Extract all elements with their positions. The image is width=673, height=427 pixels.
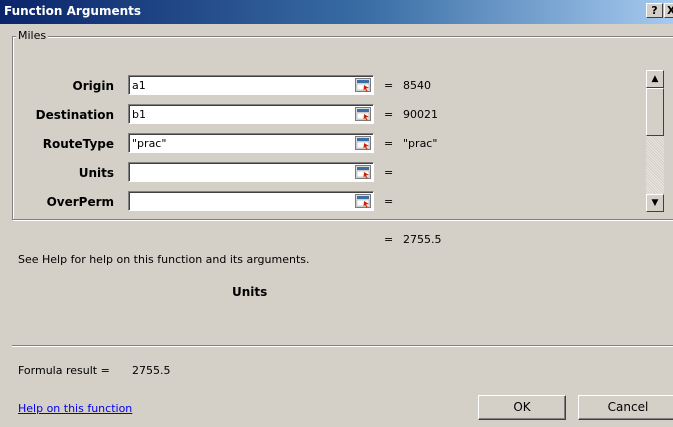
help-description: See Help for help on this function and i… bbox=[18, 253, 310, 266]
arg-label-overperm: OverPerm bbox=[46, 195, 114, 209]
title-bar[interactable]: Function Arguments ? X bbox=[0, 0, 673, 24]
origin-equals: = bbox=[384, 79, 394, 92]
collapse-dialog-icon[interactable] bbox=[355, 165, 371, 179]
ok-button[interactable]: OK bbox=[478, 395, 566, 420]
overperm-equals: = bbox=[384, 195, 394, 208]
collapse-dialog-icon[interactable] bbox=[355, 78, 371, 92]
collapse-dialog-icon[interactable] bbox=[355, 107, 371, 121]
function-arguments-dialog: Function Arguments ? X Miles Origin a1 =… bbox=[0, 0, 673, 427]
destination-equals: = bbox=[384, 108, 394, 121]
formula-result-label: Formula result = bbox=[18, 364, 110, 377]
collapse-dialog-icon[interactable] bbox=[355, 194, 371, 208]
arg-label-origin: Origin bbox=[72, 79, 114, 93]
units-equals: = bbox=[384, 166, 394, 179]
group-label: Miles bbox=[16, 29, 49, 42]
origin-input[interactable]: a1 bbox=[128, 75, 374, 95]
cancel-button[interactable]: Cancel bbox=[578, 395, 673, 420]
arg-label-routetype: RouteType bbox=[42, 137, 114, 151]
routetype-result: "prac" bbox=[403, 137, 438, 150]
chevron-up-icon: ▲ bbox=[651, 74, 659, 84]
arg-label-units: Units bbox=[78, 166, 114, 180]
origin-input-value: a1 bbox=[132, 79, 146, 92]
routetype-input-value: "prac" bbox=[132, 137, 167, 150]
routetype-input[interactable]: "prac" bbox=[128, 133, 374, 153]
function-result-equals: = bbox=[384, 233, 394, 246]
scroll-thumb[interactable] bbox=[646, 88, 664, 136]
current-argument-name: Units bbox=[232, 285, 268, 299]
formula-result-value: 2755.5 bbox=[132, 364, 171, 377]
collapse-dialog-icon[interactable] bbox=[355, 136, 371, 150]
destination-input-value: b1 bbox=[132, 108, 146, 121]
close-button[interactable]: X bbox=[664, 3, 673, 18]
chevron-down-icon: ▼ bbox=[651, 198, 659, 208]
destination-result: 90021 bbox=[403, 108, 438, 121]
help-button[interactable]: ? bbox=[646, 3, 663, 18]
function-result-value: 2755.5 bbox=[403, 233, 442, 246]
arguments-scrollbar[interactable]: ▲ ▼ bbox=[646, 70, 664, 212]
scroll-down-button[interactable]: ▼ bbox=[646, 194, 664, 212]
scroll-up-button[interactable]: ▲ bbox=[646, 70, 664, 88]
arg-label-destination: Destination bbox=[35, 108, 114, 122]
overperm-input[interactable] bbox=[128, 191, 374, 211]
units-input[interactable] bbox=[128, 162, 374, 182]
divider bbox=[12, 345, 673, 347]
origin-result: 8540 bbox=[403, 79, 431, 92]
destination-input[interactable]: b1 bbox=[128, 104, 374, 124]
dialog-title: Function Arguments bbox=[4, 4, 142, 18]
routetype-equals: = bbox=[384, 137, 394, 150]
help-link[interactable]: Help on this function bbox=[18, 402, 132, 415]
